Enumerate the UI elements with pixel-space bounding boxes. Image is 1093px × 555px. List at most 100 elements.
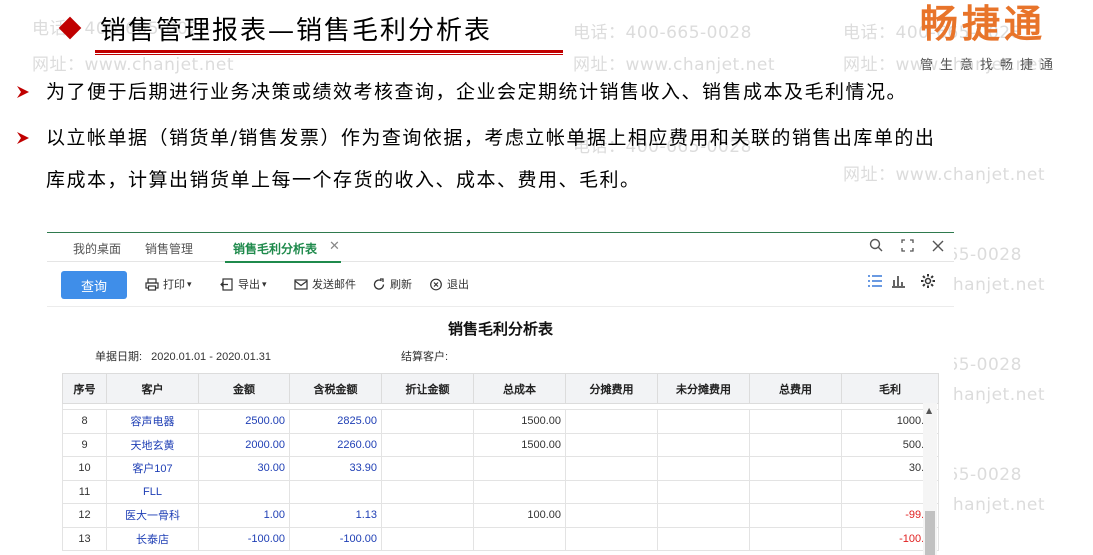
column-header[interactable]: 含税金额 xyxy=(289,373,382,404)
customer-link[interactable]: 客户107 xyxy=(106,456,199,481)
customer-link[interactable]: 医大一骨科 xyxy=(106,503,199,528)
tax-amount-cell[interactable]: 1.13 xyxy=(289,503,382,528)
column-header[interactable]: 总费用 xyxy=(749,373,842,404)
report-window: 我的桌面 销售管理 销售毛利分析表 ✕ 查询 打印 ▾ 导出 ▾ 发送邮件 刷新… xyxy=(47,232,954,555)
bullet-text: 以立帐单据（销货单/销售发票）作为查询依据，考虑立帐单据上相应费用和关联的销售出… xyxy=(46,127,936,149)
print-button[interactable]: 打印 ▾ xyxy=(145,276,192,292)
vertical-scrollbar[interactable]: ▲ xyxy=(923,403,937,555)
row-number: 11 xyxy=(62,479,107,504)
chart-view-icon[interactable] xyxy=(891,273,906,293)
search-icon[interactable] xyxy=(869,238,883,256)
amount-cell[interactable]: -100.00 xyxy=(198,526,290,551)
alloc-fee-cell xyxy=(565,526,658,551)
alloc-fee-cell xyxy=(565,456,658,481)
total-fee-cell xyxy=(749,409,842,434)
tab-gross-profit-report[interactable]: 销售毛利分析表 xyxy=(233,240,317,257)
amount-cell[interactable] xyxy=(198,479,290,504)
list-view-icon[interactable] xyxy=(867,273,883,293)
unalloc-fee-cell xyxy=(657,479,750,504)
column-header[interactable]: 总成本 xyxy=(473,373,566,404)
logo-text: 畅捷通 xyxy=(920,2,1047,46)
table-row[interactable]: 9 天地玄黄 2000.00 2260.00 1500.00 500.0( xyxy=(62,432,939,457)
row-number: 10 xyxy=(62,456,107,481)
arrow-bullet-icon xyxy=(17,86,29,98)
unalloc-fee-cell xyxy=(657,456,750,481)
table-header-row: 序号 客户 金额 含税金额 折让金额 总成本 分摊费用 未分摊费用 总费用 毛利 xyxy=(62,373,939,404)
close-window-icon[interactable] xyxy=(932,238,944,256)
total-fee-cell xyxy=(749,526,842,551)
customer-link[interactable]: FLL xyxy=(106,479,199,504)
diamond-bullet-icon xyxy=(58,16,82,40)
fullscreen-icon[interactable] xyxy=(901,238,914,256)
row-number: 9 xyxy=(62,432,107,457)
total-fee-cell xyxy=(749,503,842,528)
amount-cell[interactable]: 2000.00 xyxy=(198,432,290,457)
query-button[interactable]: 查询 xyxy=(61,271,127,299)
exit-button[interactable]: 退出 xyxy=(429,276,469,292)
cost-cell xyxy=(473,456,566,481)
customer-label: 结算客户: xyxy=(401,351,449,363)
date-label: 单据日期: xyxy=(95,351,143,363)
tab-close-icon[interactable]: ✕ xyxy=(329,239,340,254)
table-row[interactable]: 8 容声电器 2500.00 2825.00 1500.00 1000.0( xyxy=(62,409,939,434)
amount-cell[interactable]: 2500.00 xyxy=(198,409,290,434)
cost-cell xyxy=(473,479,566,504)
chevron-down-icon: ▾ xyxy=(187,278,192,289)
column-header[interactable]: 折让金额 xyxy=(381,373,474,404)
cost-cell: 100.00 xyxy=(473,503,566,528)
tab-desktop[interactable]: 我的桌面 xyxy=(73,240,121,257)
cost-cell xyxy=(473,526,566,551)
bullet-point-2-continued: 库成本，计算出销货单上每一个存货的收入、成本、费用、毛利。 xyxy=(46,160,641,200)
tax-amount-cell[interactable]: 33.90 xyxy=(289,456,382,481)
column-header[interactable]: 序号 xyxy=(62,373,107,404)
send-mail-label: 发送邮件 xyxy=(312,279,356,291)
watermark: 电话：400-665-0028 xyxy=(573,23,752,43)
bullet-point-2: 以立帐单据（销货单/销售发票）作为查询依据，考虑立帐单据上相应费用和关联的销售出… xyxy=(16,118,935,158)
discount-cell xyxy=(381,409,474,434)
column-header[interactable]: 毛利 xyxy=(841,373,939,404)
column-header[interactable]: 分摊费用 xyxy=(565,373,658,404)
tax-amount-cell[interactable]: 2825.00 xyxy=(289,409,382,434)
unalloc-fee-cell xyxy=(657,409,750,434)
export-button[interactable]: 导出 ▾ xyxy=(220,276,267,292)
row-number: 13 xyxy=(62,526,107,551)
table-row[interactable]: 13 长泰店 -100.00 -100.00 -100.0( xyxy=(62,526,939,551)
customer-link[interactable]: 长泰店 xyxy=(106,526,199,551)
cost-cell: 1500.00 xyxy=(473,409,566,434)
table-row[interactable]: 11 FLL xyxy=(62,479,939,504)
customer-link[interactable]: 容声电器 xyxy=(106,409,199,434)
tax-amount-cell[interactable]: -100.00 xyxy=(289,526,382,551)
discount-cell xyxy=(381,456,474,481)
column-header[interactable]: 金额 xyxy=(198,373,290,404)
total-fee-cell xyxy=(749,432,842,457)
send-mail-button[interactable]: 发送邮件 xyxy=(294,276,356,292)
scroll-up-arrow-icon[interactable]: ▲ xyxy=(926,406,932,415)
customer-link[interactable]: 天地玄黄 xyxy=(106,432,199,457)
scrollbar-thumb[interactable] xyxy=(925,511,935,555)
settings-gear-icon[interactable] xyxy=(920,273,936,294)
refresh-button[interactable]: 刷新 xyxy=(372,276,412,292)
tax-amount-cell[interactable]: 2260.00 xyxy=(289,432,382,457)
bullet-text: 库成本，计算出销货单上每一个存货的收入、成本、费用、毛利。 xyxy=(46,169,641,191)
total-fee-cell xyxy=(749,456,842,481)
amount-cell[interactable]: 30.00 xyxy=(198,456,290,481)
chanjet-logo: 畅捷通 管生意找畅捷通 xyxy=(920,2,1080,78)
bullet-text: 为了便于后期进行业务决策或绩效考核查询，企业会定期统计销售收入、销售成本及毛利情… xyxy=(46,81,908,103)
tax-amount-cell[interactable] xyxy=(289,479,382,504)
export-label: 导出 xyxy=(238,279,260,291)
amount-cell[interactable]: 1.00 xyxy=(198,503,290,528)
total-fee-cell xyxy=(749,479,842,504)
column-header[interactable]: 未分摊费用 xyxy=(657,373,750,404)
table-row[interactable]: 10 客户107 30.00 33.90 30.0( xyxy=(62,456,939,481)
gross-profit-table: 序号 客户 金额 含税金额 折让金额 总成本 分摊费用 未分摊费用 总费用 毛利… xyxy=(62,373,939,551)
bullet-point-1: 为了便于后期进行业务决策或绩效考核查询，企业会定期统计销售收入、销售成本及毛利情… xyxy=(16,72,907,112)
watermark: 网址：www.chanjet.net xyxy=(843,165,1046,185)
title-underline xyxy=(95,50,563,53)
tab-bar: 我的桌面 销售管理 销售毛利分析表 ✕ xyxy=(47,232,954,263)
date-value: 2020.01.01 - 2020.01.31 xyxy=(151,351,272,363)
table-row[interactable]: 12 医大一骨科 1.00 1.13 100.00 -99.0( xyxy=(62,503,939,528)
mail-icon xyxy=(294,278,308,290)
tab-sales-management[interactable]: 销售管理 xyxy=(145,240,193,257)
date-filter: 单据日期: 2020.01.01 - 2020.01.31 xyxy=(95,348,271,364)
column-header[interactable]: 客户 xyxy=(106,373,199,404)
